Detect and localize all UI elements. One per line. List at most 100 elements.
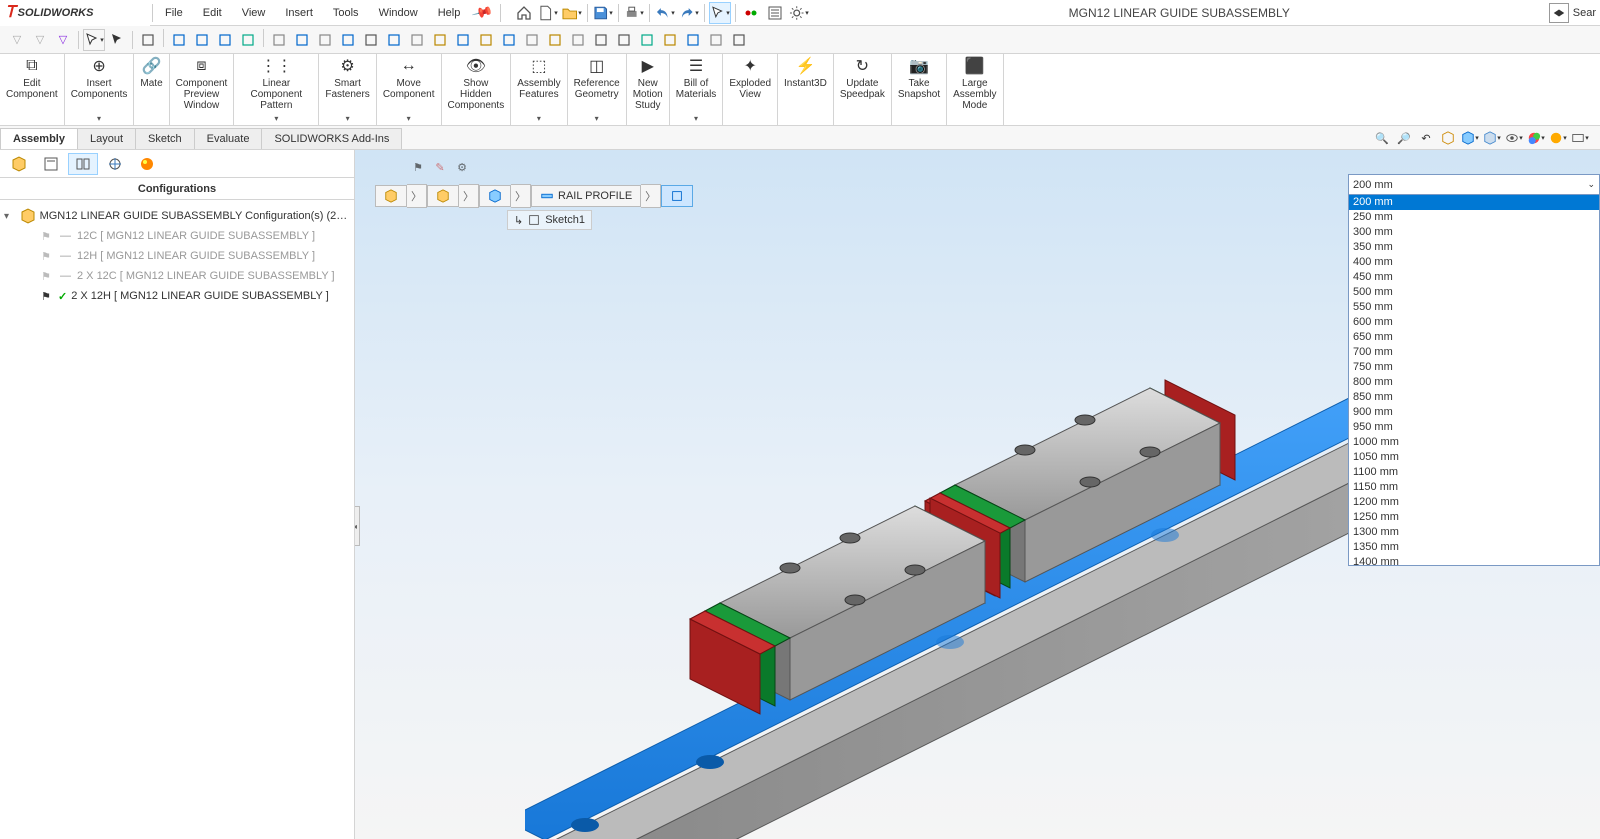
breadcrumb-sketch[interactable] bbox=[661, 185, 693, 207]
dropdown-option[interactable]: 550 mm bbox=[1349, 300, 1599, 315]
ribbon-exploded[interactable]: ✦ExplodedView bbox=[723, 54, 778, 125]
sketch-tool-25[interactable] bbox=[728, 29, 750, 51]
sketch-tool-1[interactable] bbox=[168, 29, 190, 51]
config-item[interactable]: ⚑✓2 X 12H [ MGN12 LINEAR GUIDE SUBASSEMB… bbox=[4, 286, 350, 306]
sketch-tool-20[interactable] bbox=[613, 29, 635, 51]
sketch-tool-17[interactable] bbox=[544, 29, 566, 51]
menu-edit[interactable]: Edit bbox=[193, 0, 232, 25]
dropdown-option[interactable]: 650 mm bbox=[1349, 330, 1599, 345]
sketch-tool-13[interactable] bbox=[452, 29, 474, 51]
ribbon-mate[interactable]: 🔗Mate bbox=[134, 54, 169, 125]
filter-vertex-button[interactable]: ▽ bbox=[52, 29, 74, 51]
breadcrumb-part[interactable] bbox=[479, 185, 511, 207]
dropdown-option[interactable]: 450 mm bbox=[1349, 270, 1599, 285]
dropdown-option[interactable]: 1000 mm bbox=[1349, 435, 1599, 450]
redo-button[interactable]: ▾ bbox=[678, 2, 700, 24]
config-item[interactable]: ⚑—12C [ MGN12 LINEAR GUIDE SUBASSEMBLY ] bbox=[4, 226, 350, 246]
dropdown-option[interactable]: 1150 mm bbox=[1349, 480, 1599, 495]
tab-solidworks-add-ins[interactable]: SOLIDWORKS Add-Ins bbox=[261, 128, 402, 149]
ribbon-show[interactable]: 👁ShowHiddenComponents bbox=[442, 54, 512, 125]
settings-button[interactable]: ▾ bbox=[788, 2, 810, 24]
sketch-tool-15[interactable] bbox=[498, 29, 520, 51]
sketch-tool-4[interactable] bbox=[237, 29, 259, 51]
sketch-tool-10[interactable] bbox=[383, 29, 405, 51]
sidebar-tab-config[interactable] bbox=[68, 153, 98, 175]
print-button[interactable]: ▾ bbox=[623, 2, 645, 24]
sidebar-tab-dim[interactable] bbox=[100, 153, 130, 175]
dropdown-option[interactable]: 350 mm bbox=[1349, 240, 1599, 255]
ribbon-instant3d[interactable]: ⚡Instant3D bbox=[778, 54, 834, 125]
pin-icon[interactable]: 📌 bbox=[471, 1, 495, 24]
dropdown-option[interactable]: 900 mm bbox=[1349, 405, 1599, 420]
zoom-fit-button[interactable]: 🔍 bbox=[1372, 128, 1392, 148]
display-style-button[interactable]: ▾ bbox=[1482, 128, 1502, 148]
sidebar-tab-feature-tree[interactable] bbox=[4, 153, 34, 175]
ribbon-new[interactable]: ▶NewMotionStudy bbox=[627, 54, 670, 125]
ribbon-move[interactable]: ↔MoveComponent▾ bbox=[377, 54, 442, 125]
dropdown-option[interactable]: 400 mm bbox=[1349, 255, 1599, 270]
tab-layout[interactable]: Layout bbox=[77, 128, 136, 149]
menu-insert[interactable]: Insert bbox=[275, 0, 323, 25]
sketch-tool-2[interactable] bbox=[191, 29, 213, 51]
breadcrumb-subassembly[interactable] bbox=[427, 185, 459, 207]
dropdown-option[interactable]: 700 mm bbox=[1349, 345, 1599, 360]
ribbon-component[interactable]: ⧈ComponentPreviewWindow bbox=[170, 54, 235, 125]
ribbon-edit[interactable]: ⧉EditComponent bbox=[0, 54, 65, 125]
open-button[interactable]: ▾ bbox=[561, 2, 583, 24]
sketch-tool-19[interactable] bbox=[590, 29, 612, 51]
menu-file[interactable]: File bbox=[155, 0, 193, 25]
sketch-tool-11[interactable] bbox=[406, 29, 428, 51]
dropdown-option[interactable]: 1350 mm bbox=[1349, 540, 1599, 555]
ribbon-linear-component[interactable]: ⋮⋮Linear ComponentPattern▾ bbox=[234, 54, 319, 125]
config-item[interactable]: ⚑—2 X 12C [ MGN12 LINEAR GUIDE SUBASSEMB… bbox=[4, 266, 350, 286]
rebuild-button[interactable] bbox=[740, 2, 762, 24]
dropdown-option[interactable]: 1100 mm bbox=[1349, 465, 1599, 480]
dropdown-option[interactable]: 950 mm bbox=[1349, 420, 1599, 435]
breadcrumb-assembly[interactable] bbox=[375, 185, 407, 207]
dropdown-option[interactable]: 750 mm bbox=[1349, 360, 1599, 375]
ribbon-take[interactable]: 📷TakeSnapshot bbox=[892, 54, 947, 125]
tab-sketch[interactable]: Sketch bbox=[135, 128, 195, 149]
appearance-button[interactable]: ▾ bbox=[1526, 128, 1546, 148]
dropdown-option[interactable]: 1300 mm bbox=[1349, 525, 1599, 540]
sketch-tool-16[interactable] bbox=[521, 29, 543, 51]
dropdown-option[interactable]: 850 mm bbox=[1349, 390, 1599, 405]
context-options-icon[interactable]: ⚙ bbox=[453, 158, 471, 176]
sketch-flyout[interactable]: ↳ Sketch1 bbox=[507, 210, 592, 230]
sketch-tool-6[interactable] bbox=[291, 29, 313, 51]
viewport[interactable]: ◂ ⚑ ✎ ⚙ 〉 〉 〉 RAIL PROFILE 〉 ↳ Sketch1 bbox=[355, 150, 1600, 839]
ribbon-bill-of[interactable]: ☰Bill ofMaterials▾ bbox=[670, 54, 724, 125]
dropdown-option[interactable]: 500 mm bbox=[1349, 285, 1599, 300]
options-list-button[interactable] bbox=[764, 2, 786, 24]
ribbon-reference[interactable]: ◫ReferenceGeometry▾ bbox=[568, 54, 627, 125]
dropdown-option[interactable]: 200 mm bbox=[1349, 195, 1599, 210]
sketch-tool-8[interactable] bbox=[337, 29, 359, 51]
section-view-button[interactable] bbox=[1438, 128, 1458, 148]
ribbon-update[interactable]: ↻UpdateSpeedpak bbox=[834, 54, 892, 125]
ribbon-assembly[interactable]: ⬚AssemblyFeatures▾ bbox=[511, 54, 567, 125]
scene-button[interactable]: ▾ bbox=[1548, 128, 1568, 148]
dropdown-option[interactable]: 1400 mm bbox=[1349, 555, 1599, 565]
sketch-tool-5[interactable] bbox=[268, 29, 290, 51]
breadcrumb-rail-profile[interactable]: RAIL PROFILE bbox=[531, 185, 641, 207]
menu-help[interactable]: Help bbox=[428, 0, 471, 25]
tab-evaluate[interactable]: Evaluate bbox=[194, 128, 263, 149]
dropdown-option[interactable]: 600 mm bbox=[1349, 315, 1599, 330]
view-orientation-button[interactable]: ▾ bbox=[1460, 128, 1480, 148]
new-button[interactable]: ▾ bbox=[537, 2, 559, 24]
ribbon-insert[interactable]: ⊕InsertComponents▾ bbox=[65, 54, 135, 125]
sketch-tool-3[interactable] bbox=[214, 29, 236, 51]
dropdown-option[interactable]: 1250 mm bbox=[1349, 510, 1599, 525]
search-toggle-button[interactable] bbox=[1549, 3, 1569, 23]
tree-expand-icon[interactable]: ▾ bbox=[4, 211, 16, 222]
sketch-tool-18[interactable] bbox=[567, 29, 589, 51]
previous-view-button[interactable]: ↶ bbox=[1416, 128, 1436, 148]
menu-view[interactable]: View bbox=[232, 0, 276, 25]
filter-1-button[interactable]: ▽ bbox=[6, 29, 28, 51]
dropdown-option[interactable]: 800 mm bbox=[1349, 375, 1599, 390]
select-cursor-button[interactable]: ▾ bbox=[83, 29, 105, 51]
ribbon-smart[interactable]: ⚙SmartFasteners▾ bbox=[319, 54, 376, 125]
menu-window[interactable]: Window bbox=[369, 0, 428, 25]
tab-assembly[interactable]: Assembly bbox=[0, 128, 78, 149]
viewport-button[interactable]: ▾ bbox=[1570, 128, 1590, 148]
